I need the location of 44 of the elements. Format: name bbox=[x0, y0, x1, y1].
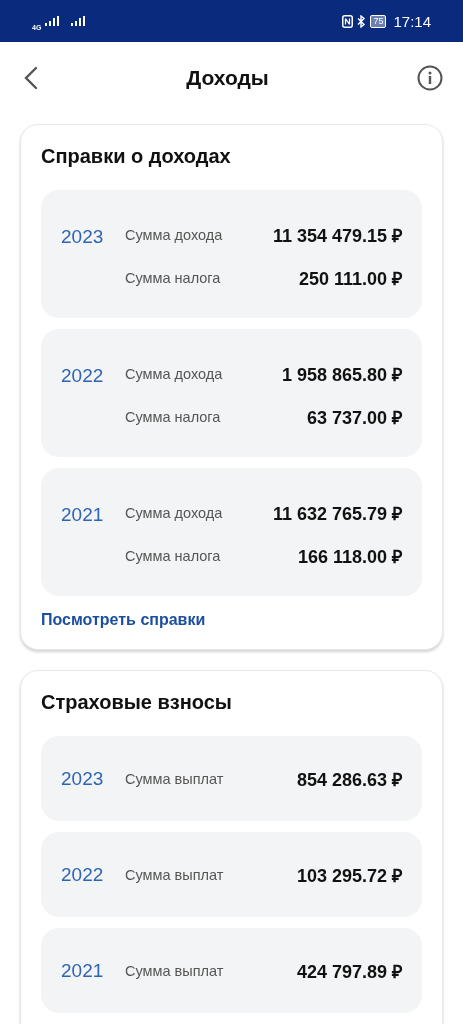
signal-icon bbox=[45, 16, 60, 26]
amount-value: 854 286.63 ₽ bbox=[296, 768, 402, 791]
amount-value: 103 295.72 ₽ bbox=[296, 864, 402, 887]
info-icon bbox=[417, 65, 443, 91]
view-link[interactable]: Посмотреть справки bbox=[41, 611, 206, 629]
year-card[interactable]: 2022 Сумма дохода 1 958 865.80 ₽ Сумма налога 63 737.00 ₽ bbox=[41, 329, 422, 457]
amount-label: Сумма выплат bbox=[125, 770, 224, 787]
status-time: 17:14 bbox=[393, 12, 431, 30]
year-card[interactable]: 2022 Сумма выплат 103 295.72 ₽ bbox=[41, 832, 422, 917]
amount-value: 11 354 479.15 ₽ bbox=[272, 225, 402, 247]
amount-label: Сумма дохода bbox=[125, 366, 223, 382]
year-label: 2023 bbox=[61, 767, 105, 790]
back-button[interactable] bbox=[24, 66, 38, 90]
amount-value: 63 737.00 ₽ bbox=[306, 407, 402, 429]
amount-value: 1 958 865.80 ₽ bbox=[281, 364, 402, 386]
year-card[interactable]: 2021 Сумма дохода 11 632 765.79 ₽ Сумма налога 166 118.00 ₽ bbox=[41, 468, 422, 596]
page-title: Доходы bbox=[186, 66, 269, 90]
year-card[interactable]: 2021 Сумма выплат 424 797.89 ₽ bbox=[41, 928, 422, 1013]
section-title: Справки о доходах bbox=[41, 145, 232, 168]
amount-value: 166 118.00 ₽ bbox=[297, 546, 402, 568]
nfc-icon bbox=[342, 14, 354, 28]
amount-label: Сумма налога bbox=[125, 270, 221, 286]
year-label: 2022 bbox=[61, 863, 105, 886]
year-label: 2022 bbox=[61, 364, 105, 387]
bluetooth-icon bbox=[357, 14, 367, 28]
info-button[interactable] bbox=[417, 65, 443, 91]
amount-label: Сумма налога bbox=[125, 548, 221, 564]
signal-icon bbox=[71, 16, 86, 26]
year-label: 2023 bbox=[61, 225, 105, 248]
year-label: 2021 bbox=[61, 959, 105, 982]
battery-icon: 75 bbox=[370, 14, 387, 28]
amount-label: Сумма дохода bbox=[125, 227, 223, 243]
section-title: Страховые взносы bbox=[41, 691, 233, 714]
year-label: 2021 bbox=[61, 503, 105, 526]
amount-label: Сумма налога bbox=[125, 409, 221, 425]
year-card[interactable]: 2023 Сумма дохода 11 354 479.15 ₽ Сумма налога 250 111.00 ₽ bbox=[41, 190, 422, 318]
amount-value: 11 632 765.79 ₽ bbox=[272, 503, 402, 525]
amount-value: 424 797.89 ₽ bbox=[296, 960, 402, 983]
amount-label: Сумма дохода bbox=[125, 505, 223, 521]
amount-label: Сумма выплат bbox=[125, 962, 224, 979]
year-card[interactable]: 2023 Сумма выплат 854 286.63 ₽ bbox=[41, 736, 422, 821]
amount-value: 250 111.00 ₽ bbox=[298, 268, 402, 290]
back-icon bbox=[24, 66, 38, 90]
amount-label: Сумма выплат bbox=[125, 866, 224, 883]
